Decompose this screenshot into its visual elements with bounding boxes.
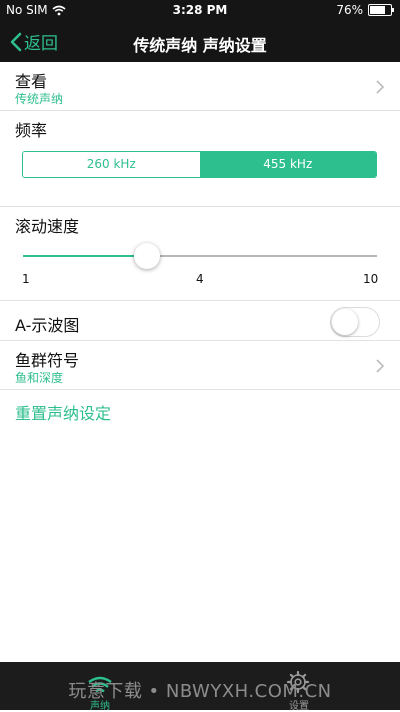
a-scope-title: A-示波图 [15, 316, 80, 335]
battery-icon [368, 4, 394, 16]
frequency-title: 频率 [15, 121, 48, 140]
chevron-right-icon [376, 80, 384, 94]
view-row[interactable]: 查看 传统声纳 [0, 62, 400, 111]
slider-fill [23, 255, 147, 257]
battery-percent: 76% [336, 3, 363, 17]
scroll-speed-slider[interactable] [23, 243, 377, 269]
view-value: 传统声纳 [15, 92, 64, 106]
slider-tick-max: 10 [363, 272, 379, 286]
tab-bar: 声纳 设置 [0, 662, 400, 712]
scroll-speed-title: 滚动速度 [15, 217, 80, 236]
a-scope-toggle[interactable] [330, 307, 380, 337]
slider-thumb[interactable] [134, 243, 160, 269]
reset-sonar-settings-button[interactable]: 重置声纳设定 [15, 400, 111, 424]
page-title: 传统声纳 声纳设置 [133, 36, 267, 55]
back-button[interactable]: 返回 [10, 29, 58, 54]
fish-symbol-row[interactable]: 鱼群符号 鱼和深度 [0, 341, 400, 390]
fish-symbol-value: 鱼和深度 [15, 371, 64, 385]
tab-sonar[interactable]: 声纳 [60, 662, 140, 712]
tab-settings[interactable]: 设置 [259, 662, 339, 712]
chevron-right-icon [376, 359, 384, 373]
status-bar: No SIM 3:28 PM 76% [0, 0, 400, 22]
chevron-left-icon [10, 32, 22, 51]
slider-tick-min: 1 [22, 272, 30, 286]
toggle-knob [332, 309, 358, 335]
battery-fill [370, 6, 385, 14]
frequency-option-260[interactable]: 260 kHz [23, 152, 200, 177]
gear-icon [286, 670, 310, 694]
frequency-segmented-control[interactable]: 260 kHz 455 kHz [22, 151, 377, 178]
status-right: 76% [336, 3, 394, 17]
back-label: 返回 [24, 34, 58, 54]
sonar-icon [88, 676, 112, 693]
view-title: 查看 [15, 72, 48, 91]
fish-symbol-title: 鱼群符号 [15, 351, 80, 370]
frequency-option-455[interactable]: 455 kHz [199, 152, 376, 177]
slider-tick-mid: 4 [196, 272, 204, 286]
nav-bar: 返回 传统声纳 声纳设置 [0, 22, 400, 62]
